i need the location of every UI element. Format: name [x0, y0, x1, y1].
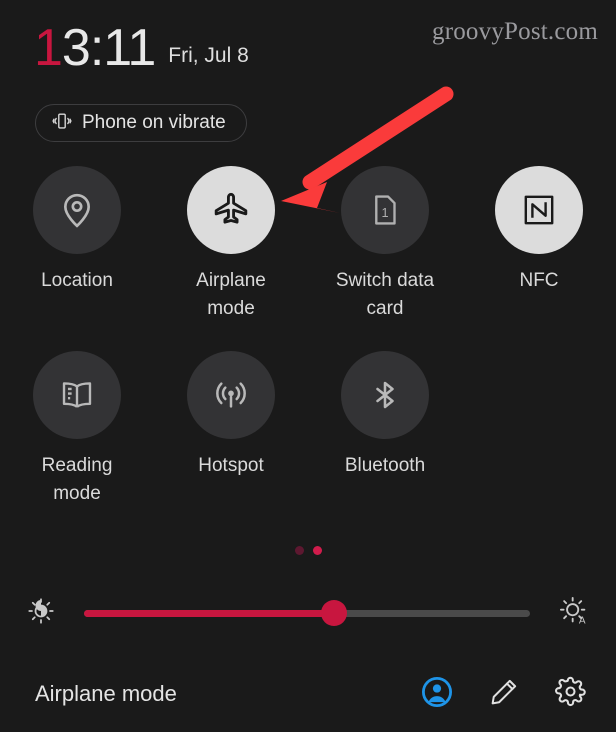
watermark: groovyPost.com — [432, 18, 598, 45]
settings-gear-icon[interactable] — [555, 676, 586, 712]
svg-text:A: A — [579, 615, 586, 626]
tile-nfc-circle[interactable] — [495, 166, 583, 254]
tile-location-label: Location — [41, 270, 113, 291]
nfc-icon — [524, 195, 554, 225]
tile-hotspot-label: Hotspot — [198, 455, 264, 476]
account-icon[interactable] — [421, 676, 453, 713]
tile-location-circle[interactable] — [33, 166, 121, 254]
brightness-slider[interactable] — [84, 600, 530, 626]
tile-reading-mode-circle[interactable] — [33, 351, 121, 439]
tile-hotspot[interactable]: Hotspot — [154, 351, 308, 507]
ringer-mode-pill[interactable]: Phone on vibrate — [35, 104, 247, 142]
tile-reading-mode-label: Reading mode — [41, 455, 113, 504]
bottom-bar-actions — [421, 676, 586, 713]
clock-time[interactable]: 13:11 — [34, 19, 156, 77]
tile-reading-mode[interactable]: Reading mode — [0, 351, 154, 507]
clock-date: Fri, Jul 8 — [168, 44, 249, 67]
tile-switch-data-card[interactable]: 1 Switch data card — [308, 166, 462, 322]
tile-location[interactable]: Location — [0, 166, 154, 322]
account-icon-svg — [422, 676, 452, 707]
clock-accent-digit: 1 — [34, 19, 63, 77]
tile-switch-data-card-label: Switch data card — [335, 270, 435, 319]
bluetooth-icon — [376, 381, 394, 409]
sim-card-1-icon: 1 — [375, 195, 396, 225]
svg-text:1: 1 — [381, 206, 388, 220]
quick-tiles-row-2: Reading mode Hotspot Bluetooth — [0, 351, 616, 507]
page-dot-2[interactable] — [312, 546, 322, 555]
brightness-slider-fill — [84, 609, 334, 617]
tile-airplane-mode[interactable]: Airplane mode — [154, 166, 308, 322]
quick-settings-panel: groovyPost.com 13:11 Fri, Jul 8 Phone on… — [0, 0, 616, 732]
tile-switch-data-card-circle[interactable]: 1 — [341, 166, 429, 254]
tile-bluetooth-label: Bluetooth — [344, 455, 426, 476]
hotspot-icon — [216, 382, 246, 408]
brightness-slider-thumb[interactable] — [320, 600, 347, 626]
tile-bluetooth[interactable]: Bluetooth — [308, 351, 462, 507]
brightness-contrast-icon[interactable] — [26, 596, 56, 631]
location-pin-icon — [63, 193, 91, 228]
brightness-control: A — [0, 590, 616, 636]
clock-time-rest: 3:11 — [61, 19, 156, 77]
tile-empty-slot — [462, 351, 616, 507]
airplane-icon — [214, 192, 248, 224]
tile-hotspot-circle[interactable] — [187, 351, 275, 439]
tile-airplane-mode-label: Airplane mode — [196, 270, 266, 319]
book-icon — [62, 382, 92, 408]
bottom-bar: Airplane mode — [0, 656, 616, 732]
quick-tiles-row-1: Location Airplane mode 1 Switch data car… — [0, 166, 616, 322]
tile-nfc-label: NFC — [519, 270, 559, 291]
edit-pencil-icon[interactable] — [489, 677, 519, 712]
tile-nfc[interactable]: NFC — [462, 166, 616, 322]
vibrate-icon — [51, 110, 73, 137]
page-dot-1[interactable] — [294, 546, 304, 555]
page-indicator — [0, 546, 616, 555]
auto-brightness-icon[interactable]: A — [558, 595, 590, 632]
tile-bluetooth-circle[interactable] — [341, 351, 429, 439]
ringer-mode-label: Phone on vibrate — [82, 112, 226, 133]
clock-area: 13:11 Fri, Jul 8 — [34, 22, 249, 74]
bottom-bar-title: Airplane mode — [35, 681, 177, 706]
tile-airplane-mode-circle[interactable] — [187, 166, 275, 254]
